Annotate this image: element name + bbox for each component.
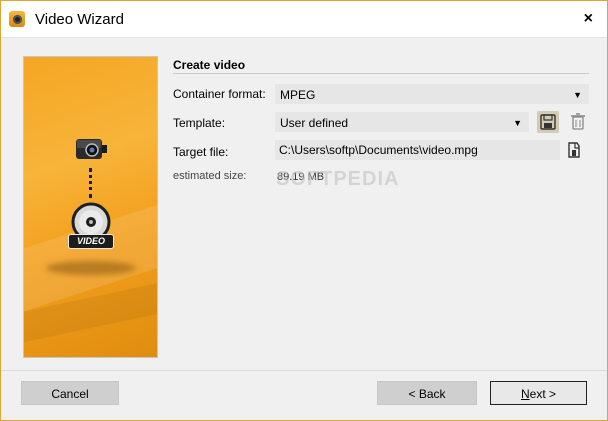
app-logo-icon [9, 11, 25, 27]
next-button[interactable]: Next > [490, 381, 587, 405]
save-template-icon[interactable] [537, 111, 559, 133]
browse-folder-icon[interactable] [563, 139, 585, 161]
camera-icon [76, 139, 107, 159]
section-divider [173, 73, 589, 74]
section-title: Create video [173, 58, 246, 72]
footer-divider [1, 370, 607, 371]
target-file-input[interactable]: C:\Users\softp\Documents\video.mpg [275, 140, 560, 160]
window-title: Video Wizard [35, 11, 124, 28]
wizard-illustration: VIDEO [23, 56, 158, 358]
container-format-select[interactable]: MPEG ▼ [275, 84, 589, 104]
container-format-value: MPEG [280, 88, 316, 102]
delete-template-icon[interactable] [567, 111, 589, 133]
dropdown-arrow-icon: ▼ [513, 118, 522, 128]
video-badge: VIDEO [68, 234, 114, 249]
template-value: User defined [280, 116, 349, 130]
close-button[interactable]: × [584, 10, 593, 28]
back-button[interactable]: < Back [377, 381, 477, 405]
next-label: ext > [529, 387, 557, 401]
watermark: SOFTPEDIA [276, 168, 400, 190]
connector-line [89, 168, 92, 198]
dropdown-arrow-icon: ▼ [573, 90, 582, 100]
container-format-label: Container format: [173, 87, 266, 101]
template-label: Template: [173, 116, 226, 130]
template-select[interactable]: User defined ▼ [275, 112, 529, 132]
video-wizard-window: Video Wizard × VIDEO Create video Contai… [0, 0, 608, 421]
cancel-button[interactable]: Cancel [21, 381, 119, 405]
estimated-size-label: estimated size: [173, 170, 247, 182]
title-bar: Video Wizard × [1, 1, 607, 38]
target-file-label: Target file: [173, 145, 229, 159]
next-mnemonic: N [520, 387, 530, 401]
